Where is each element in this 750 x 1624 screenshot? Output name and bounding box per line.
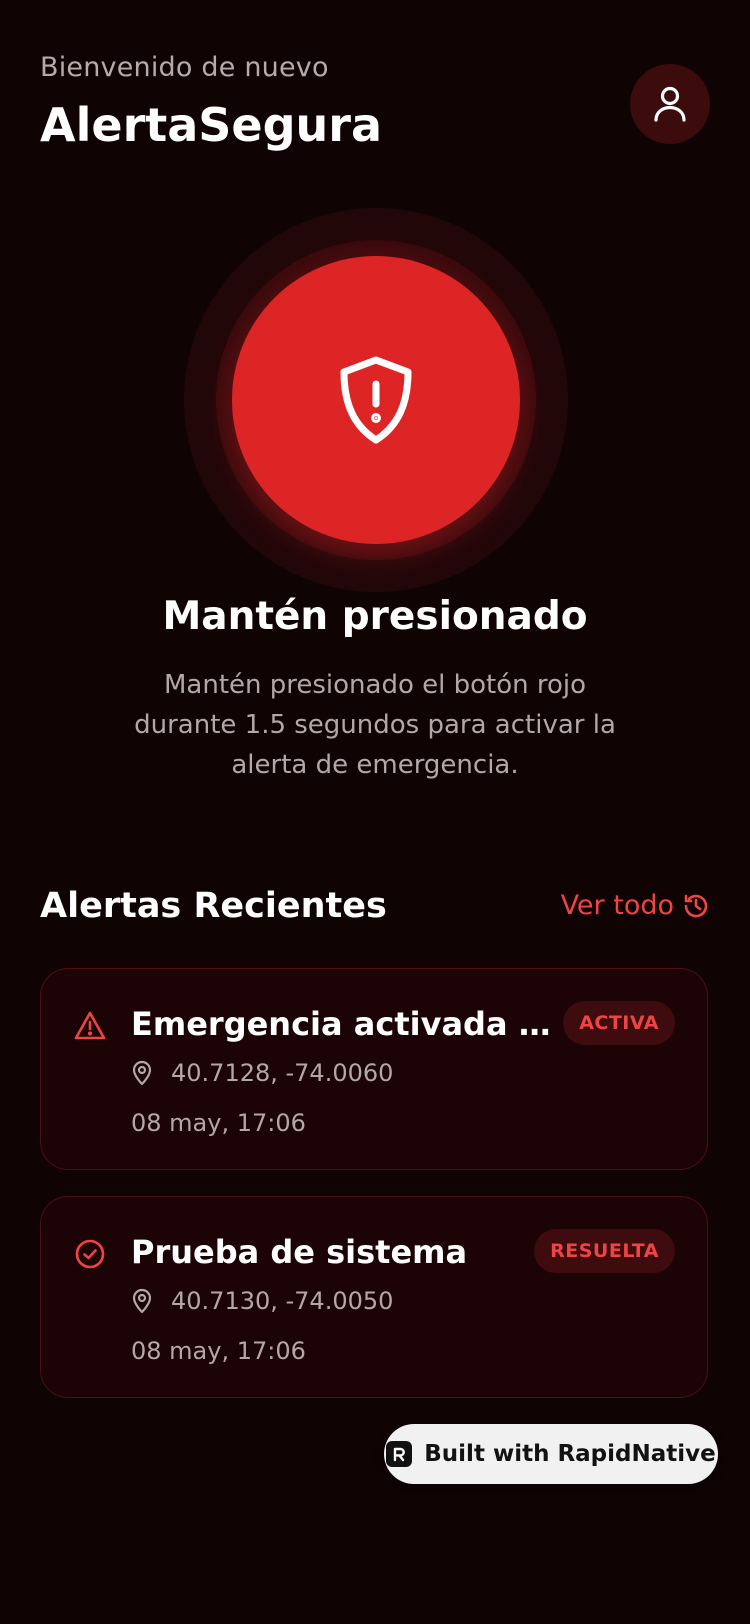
location-row: 40.7130, -74.0050 <box>131 1287 393 1315</box>
history-icon <box>684 894 708 917</box>
user-icon <box>654 86 686 122</box>
location-row: 40.7128, -74.0060 <box>131 1059 393 1087</box>
alert-time: 08 may, 17:06 <box>131 1337 306 1365</box>
greeting-text: Bienvenido de nuevo <box>40 52 329 83</box>
warning-triangle-icon <box>74 1011 106 1040</box>
hold-description: Mantén presionado el botón rojo durante … <box>134 670 616 780</box>
rapidnative-logo-icon <box>386 1441 413 1467</box>
alert-coordinates: 40.7130, -74.0050 <box>171 1287 394 1315</box>
hold-title: Mantén presionado <box>162 594 588 639</box>
emergency-hold-button[interactable] <box>232 256 520 544</box>
map-pin-icon <box>132 1288 152 1314</box>
see-all-label: Ver todo <box>560 890 674 921</box>
app-title: AlertaSegura <box>40 98 383 152</box>
profile-button[interactable] <box>630 64 710 144</box>
status-badge: RESUELTA <box>534 1229 675 1273</box>
alert-coordinates: 40.7128, -74.0060 <box>171 1059 394 1087</box>
alert-title: Emergencia activada por el usuario <box>131 1005 551 1043</box>
map-pin-icon <box>132 1060 152 1086</box>
status-badge: ACTIVA <box>563 1001 675 1045</box>
shield-alert-icon <box>340 356 412 444</box>
built-with-badge[interactable]: Built with RapidNative <box>384 1424 718 1484</box>
recent-alerts-title: Alertas Recientes <box>40 886 387 926</box>
alert-title: Prueba de sistema <box>131 1233 468 1271</box>
alert-card[interactable]: Prueba de sistema RESUELTA 40.7130, -74.… <box>40 1196 708 1398</box>
alert-card[interactable]: Emergencia activada por el usuario ACTIV… <box>40 968 708 1170</box>
check-circle-icon <box>75 1239 105 1269</box>
alert-time: 08 may, 17:06 <box>131 1109 306 1137</box>
see-all-link[interactable]: Ver todo <box>561 890 710 921</box>
built-with-label: Built with RapidNative <box>424 1441 716 1467</box>
screen: Bienvenido de nuevo AlertaSegura Mantén … <box>0 0 750 1624</box>
